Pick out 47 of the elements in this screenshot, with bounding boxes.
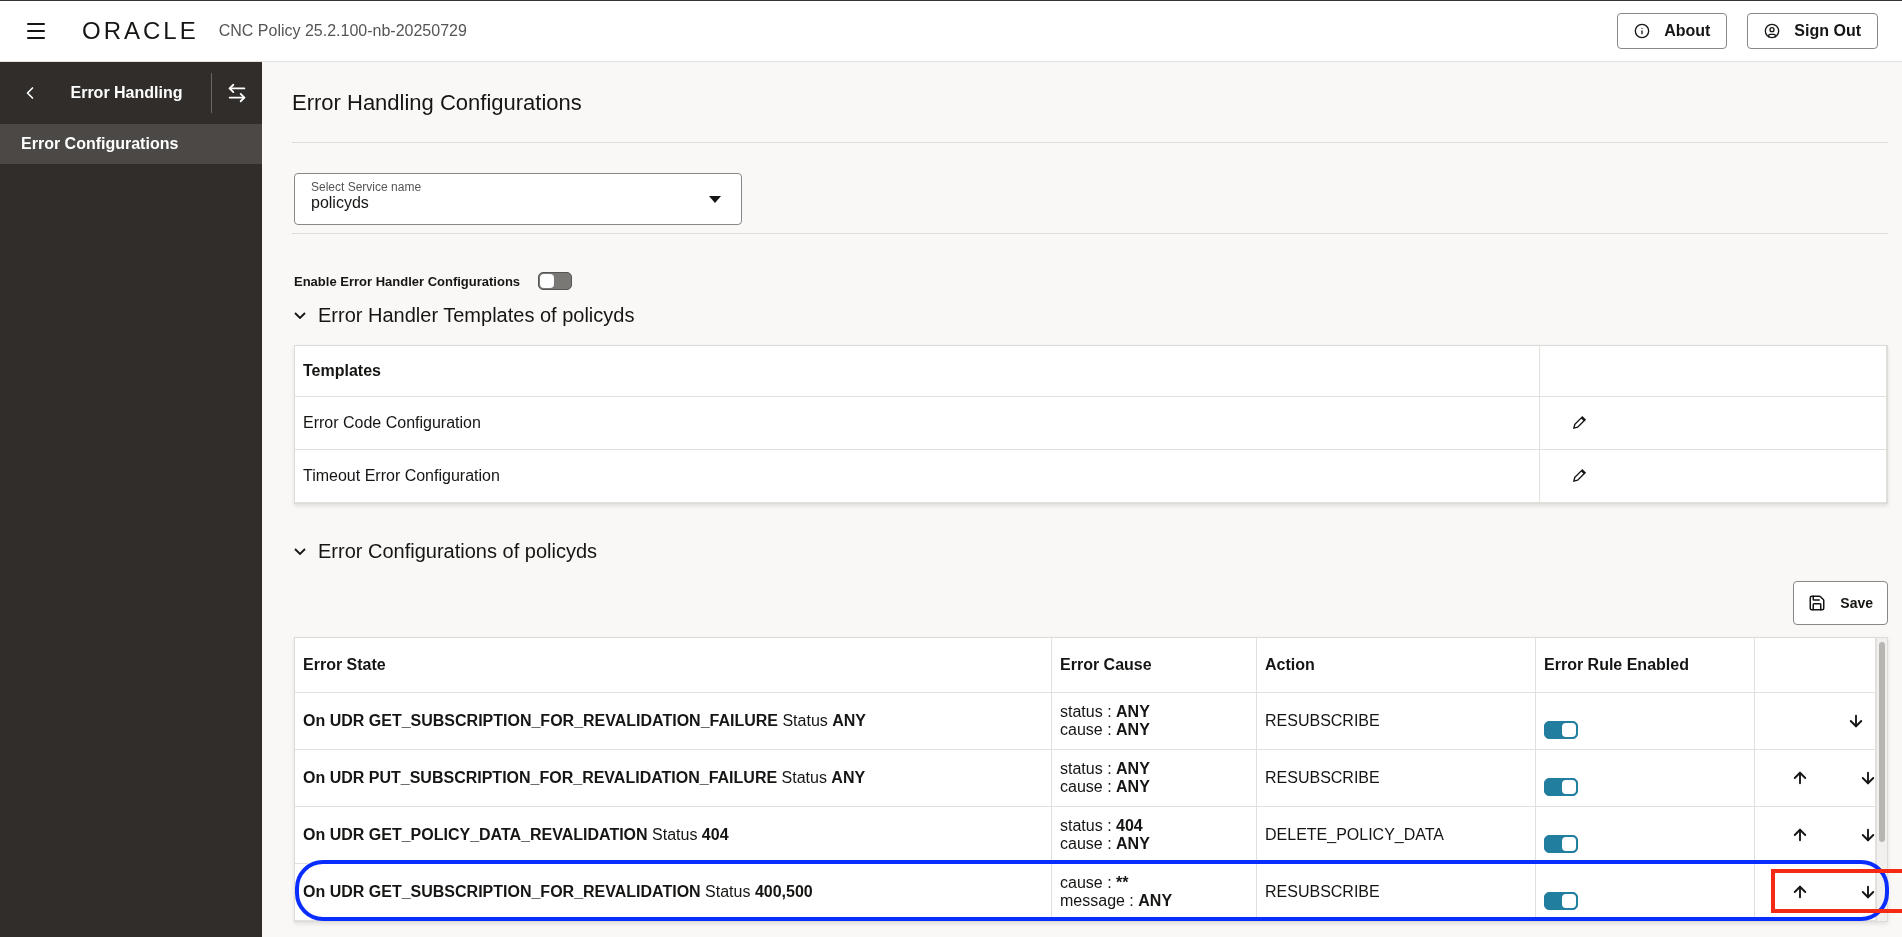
column-header: Error State bbox=[295, 638, 1052, 693]
table-cell: Error Code Configuration bbox=[295, 396, 1540, 450]
action-text: RESUBSCRIBE bbox=[1265, 883, 1380, 900]
swap-icon[interactable] bbox=[226, 82, 248, 104]
header-button[interactable]: Sign Out bbox=[1747, 13, 1878, 49]
error-state: On UDR GET_SUBSCRIPTION_FOR_REVALIDATION_FAILURE Status ANY bbox=[303, 712, 867, 729]
chevron-down-icon bbox=[294, 312, 306, 319]
product-name: CNC Policy 25.2.100-nb-20250729 bbox=[218, 22, 467, 40]
error-state: On UDR GET_SUBSCRIPTION_FOR_REVALIDATION Status 400,500 bbox=[303, 883, 813, 900]
info-icon bbox=[1634, 23, 1651, 39]
column-header: Templates bbox=[295, 346, 1540, 397]
column-header: Error Rule Enabled bbox=[1535, 638, 1755, 693]
section-header[interactable]: Error Handler Templates of policyds bbox=[294, 304, 1888, 327]
toggle-label: Enable Error Handler Configurations bbox=[294, 273, 521, 289]
error-cause: cause : ANY bbox=[1060, 835, 1150, 852]
rule-switch[interactable] bbox=[1544, 892, 1578, 910]
table-cell: Timeout Error Configuration bbox=[295, 449, 1540, 503]
error-cause: cause : ANY bbox=[1060, 721, 1150, 738]
save-button[interactable]: Save bbox=[1793, 581, 1888, 625]
section-header[interactable]: Error Configurations of policyds bbox=[294, 540, 1888, 563]
service-select[interactable]: Select Service name policyds bbox=[294, 173, 742, 225]
column-header: Error Cause bbox=[1051, 638, 1257, 693]
brand-logo: ORACLE bbox=[82, 17, 199, 45]
page-title: Error Handling Configurations bbox=[292, 62, 1888, 143]
enable-switch[interactable] bbox=[538, 272, 573, 290]
rule-switch[interactable] bbox=[1544, 721, 1578, 739]
rule-switch[interactable] bbox=[1544, 835, 1578, 853]
error-cause: cause : ANY bbox=[1060, 778, 1150, 795]
save-icon bbox=[1808, 594, 1827, 612]
action-text: DELETE_POLICY_DATA bbox=[1265, 826, 1445, 843]
error-cause: status : ANY bbox=[1060, 703, 1150, 720]
action-text: RESUBSCRIBE bbox=[1265, 769, 1380, 786]
dropdown-caret-icon bbox=[709, 196, 721, 203]
error-state: On UDR PUT_SUBSCRIPTION_FOR_REVALIDATION_FAILURE Status ANY bbox=[303, 769, 866, 786]
error-cause: cause : ** bbox=[1060, 874, 1129, 891]
error-state: On UDR GET_POLICY_DATA_REVALIDATION Status 404 bbox=[303, 826, 729, 843]
rule-switch[interactable] bbox=[1544, 778, 1578, 796]
error-cause: message : ANY bbox=[1060, 892, 1173, 909]
column-header: Action bbox=[1256, 638, 1536, 693]
chevron-down-icon bbox=[294, 548, 306, 555]
action-text: RESUBSCRIBE bbox=[1265, 712, 1380, 729]
header-button[interactable]: About bbox=[1617, 13, 1728, 49]
error-cause: status : ANY bbox=[1060, 760, 1150, 777]
error-cause: status : 404 bbox=[1060, 817, 1143, 834]
sidebar-item[interactable]: Error Configurations bbox=[0, 124, 262, 164]
user-icon bbox=[1764, 23, 1781, 39]
sidebar-title: Error Handling bbox=[69, 84, 184, 102]
